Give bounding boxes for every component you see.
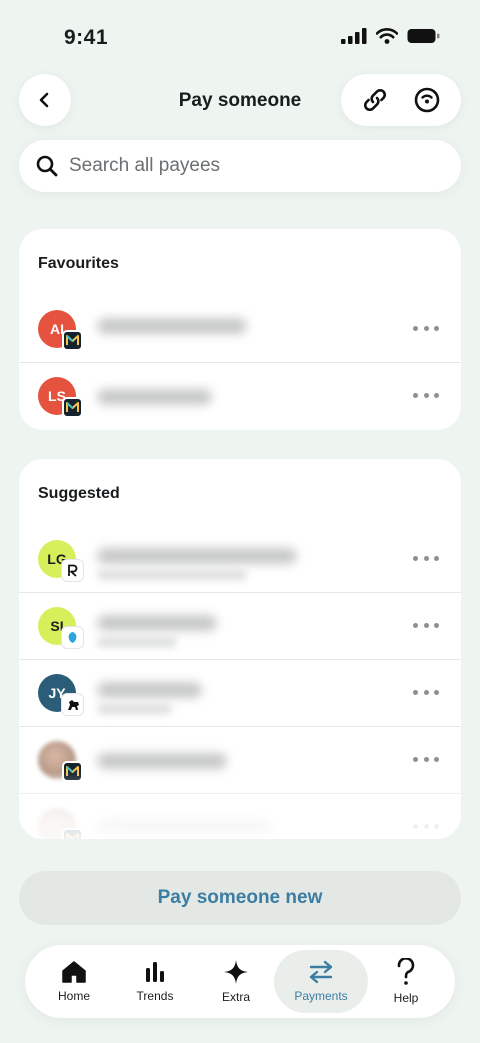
bar-chart-icon: [146, 962, 164, 982]
payee-name-redacted: [97, 318, 247, 334]
more-options-button[interactable]: [413, 684, 439, 700]
battery-icon: [407, 29, 440, 43]
tab-label: Payments: [294, 989, 348, 1003]
payee-row[interactable]: JY: [19, 660, 461, 727]
payee-name-redacted: [97, 753, 227, 769]
favourites-title: Favourites: [38, 255, 119, 272]
payee-detail-redacted: [97, 570, 247, 580]
suggested-card: Suggested LG SI JY: [19, 459, 461, 839]
more-options-button[interactable]: [413, 751, 439, 767]
tab-label: Trends: [136, 989, 174, 1003]
nearby-pay-button[interactable]: [405, 78, 449, 122]
header-actions: [341, 74, 461, 126]
wifi-icon: [376, 28, 398, 44]
payee-name-redacted: [97, 389, 212, 405]
tab-payments[interactable]: Payments: [274, 950, 368, 1013]
tab-help[interactable]: Help: [359, 950, 453, 1013]
payee-row[interactable]: AI: [19, 296, 461, 363]
suggested-title: Suggested: [38, 485, 120, 502]
search-input[interactable]: [69, 155, 429, 177]
revolut-badge-icon: [62, 560, 83, 581]
pay-someone-new-button[interactable]: Pay someone new: [19, 871, 461, 925]
payee-name-redacted: [97, 615, 217, 631]
payee-detail-redacted: [97, 704, 172, 714]
status-icons: [341, 28, 440, 44]
payment-link-button[interactable]: [353, 78, 397, 122]
tab-label: Home: [57, 989, 90, 1003]
payee-name-redacted: [97, 682, 202, 698]
tab-trends[interactable]: Trends: [108, 950, 202, 1013]
more-options-button[interactable]: [413, 617, 439, 633]
search-bar: [19, 140, 461, 192]
tab-home[interactable]: Home: [27, 950, 121, 1013]
payee-row[interactable]: LG: [19, 526, 461, 593]
payee-name-redacted: [97, 548, 297, 564]
tab-label: Extra: [221, 990, 250, 1004]
question-icon: [397, 958, 415, 985]
nearby-icon: [414, 87, 440, 113]
monzo-badge-icon: [62, 397, 83, 418]
more-options-button[interactable]: [413, 550, 439, 566]
status-time: 9:41: [64, 26, 109, 49]
more-options-button[interactable]: [413, 320, 439, 336]
payee-detail-redacted: [97, 637, 177, 647]
scroll-fade: [19, 769, 461, 839]
monzo-badge-icon: [62, 330, 83, 351]
header: Pay someone: [0, 74, 480, 128]
link-icon: [363, 88, 387, 112]
barclays-badge-icon: [62, 627, 83, 648]
lloyds-horse-badge-icon: [62, 694, 83, 715]
tab-label: Help: [393, 991, 419, 1005]
more-options-button[interactable]: [413, 387, 439, 403]
tab-bar: Home Trends Extra Payments Help: [25, 945, 455, 1018]
transfer-arrows-icon: [309, 960, 333, 984]
search-icon: [36, 155, 58, 177]
home-icon: [62, 961, 86, 983]
tab-extra[interactable]: Extra: [189, 950, 283, 1013]
sparkle-icon: [224, 960, 248, 984]
payee-row[interactable]: SI: [19, 593, 461, 660]
favourites-card: Favourites AI LS: [19, 229, 461, 430]
status-bar: 9:41: [0, 0, 480, 70]
cellular-signal-icon: [341, 28, 367, 44]
payee-row[interactable]: LS: [19, 363, 461, 430]
